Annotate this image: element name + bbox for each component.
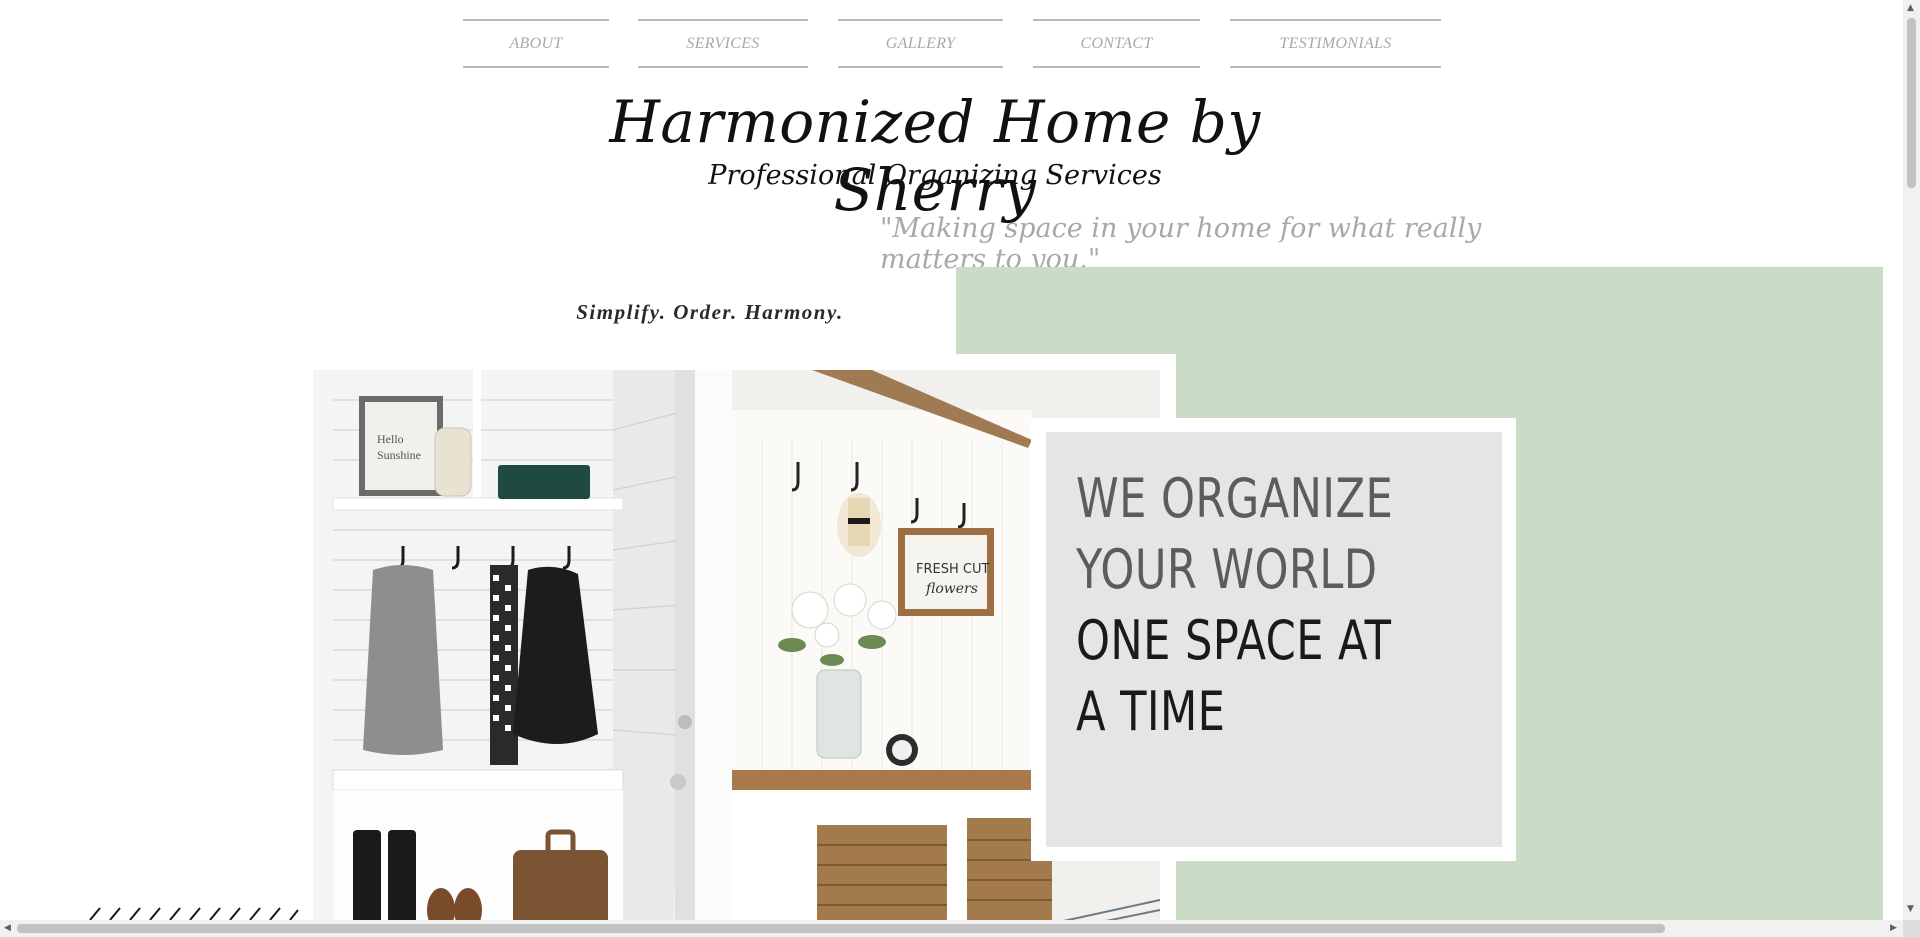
mudroom-photo: Hello Sunshine xyxy=(313,370,732,937)
headline-line-1: WE ORGANIZE xyxy=(1076,467,1394,530)
headline-line-3: ONE SPACE AT xyxy=(1076,609,1392,672)
nav-item-testimonials[interactable]: TESTIMONIALS xyxy=(1230,19,1441,68)
headline-line-4: A TIME xyxy=(1076,680,1226,743)
scroll-right-icon[interactable]: ▶ xyxy=(1890,923,1897,933)
site-subtitle: Professional Organizing Services xyxy=(708,160,1162,191)
nav-item-gallery[interactable]: GALLERY xyxy=(838,19,1003,68)
headline-line-2: YOUR WORLD xyxy=(1076,538,1378,601)
decorative-hatch xyxy=(89,907,299,921)
horizontal-scroll-thumb[interactable] xyxy=(17,924,1665,933)
scroll-down-icon[interactable]: ▼ xyxy=(1907,904,1914,914)
hello-sign-line2: Sunshine xyxy=(377,448,421,462)
scrollbar-corner xyxy=(1903,920,1920,937)
scroll-up-icon[interactable]: ▲ xyxy=(1907,3,1914,13)
tagline: "Making space in your home for what real… xyxy=(880,213,1482,275)
nav-item-contact[interactable]: CONTACT xyxy=(1033,19,1200,68)
horizontal-scrollbar[interactable]: ◀ ▶ xyxy=(0,920,1903,937)
fresh-cut-sign-line2: flowers xyxy=(925,581,978,597)
motto-text: Simplify. Order. Harmony. xyxy=(576,300,844,324)
nav-item-about[interactable]: ABOUT xyxy=(463,19,609,68)
nav-item-services[interactable]: SERVICES xyxy=(638,19,808,68)
vertical-scrollbar[interactable]: ▲ ▼ xyxy=(1903,0,1920,920)
main-nav: ABOUT SERVICES GALLERY CONTACT TESTIMONI… xyxy=(0,19,1920,71)
vertical-scroll-thumb[interactable] xyxy=(1907,18,1916,188)
hello-sign-line1: Hello xyxy=(377,432,404,446)
site-title[interactable]: Harmonized Home by Sherry xyxy=(560,88,1310,224)
scroll-left-icon[interactable]: ◀ xyxy=(4,923,11,933)
fresh-cut-sign-line1: FRESH CUT xyxy=(916,562,989,577)
